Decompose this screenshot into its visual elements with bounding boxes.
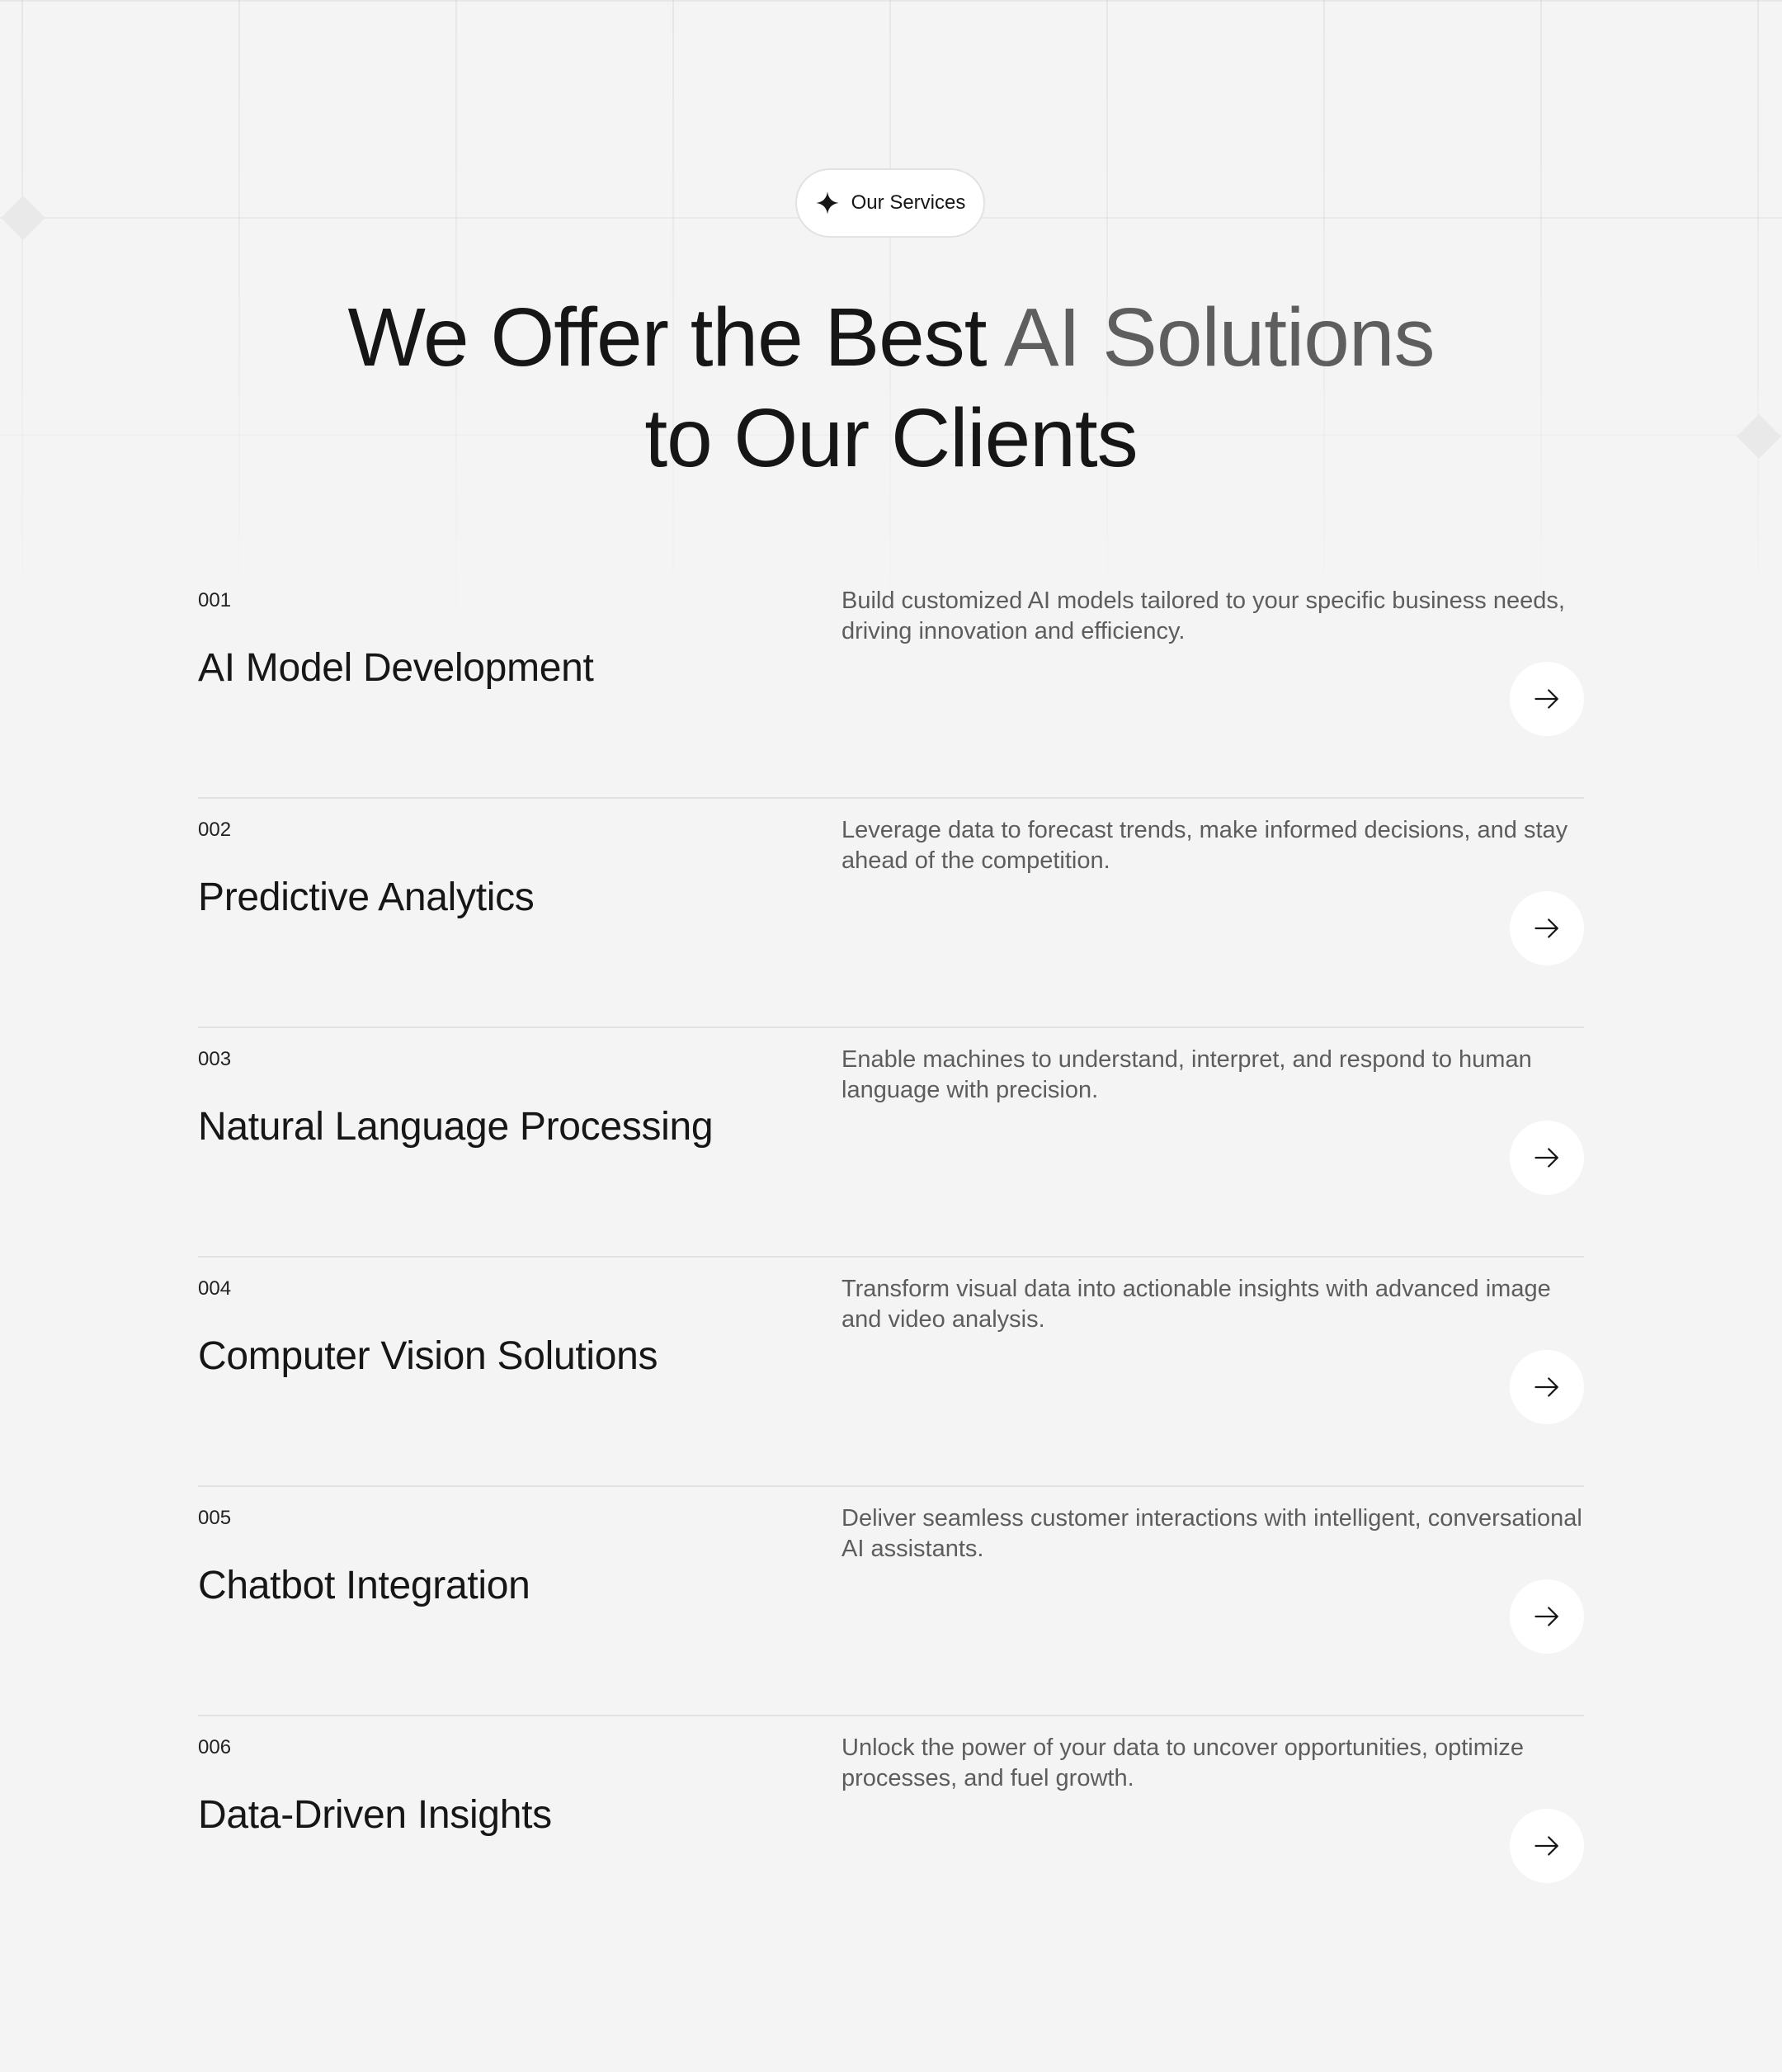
- title-line2: to Our Clients: [644, 392, 1138, 484]
- service-title: Data-Driven Insights: [198, 1793, 552, 1837]
- service-title: Computer Vision Solutions: [198, 1334, 658, 1378]
- service-item: 002 Predictive Analytics Leverage data t…: [198, 799, 1584, 1028]
- service-arrow-button[interactable]: [1510, 1350, 1584, 1424]
- page-title: We Offer the Best AI Solutions to Our Cli…: [0, 287, 1782, 489]
- service-description: Unlock the power of your data to uncover…: [842, 1735, 1524, 1791]
- service-number: 001: [198, 589, 232, 611]
- service-number: 004: [198, 1277, 232, 1300]
- service-arrow-button[interactable]: [1510, 1809, 1584, 1883]
- service-title: Natural Language Processing: [198, 1105, 714, 1149]
- sparkle-icon: [815, 191, 839, 215]
- section-badge: Our Services: [795, 168, 985, 238]
- title-main: We Offer the Best: [347, 291, 1004, 384]
- service-arrow-button[interactable]: [1510, 662, 1584, 736]
- title-accent: AI Solutions: [1003, 291, 1436, 384]
- service-description: Enable machines to understand, interpret…: [842, 1046, 1532, 1103]
- service-title: AI Model Development: [198, 646, 594, 690]
- arrow-right-icon: [1534, 1607, 1558, 1626]
- service-item: 006 Data-Driven Insights Unlock the powe…: [198, 1716, 1584, 1944]
- service-title: Predictive Analytics: [198, 876, 535, 919]
- arrow-right-icon: [1534, 1148, 1558, 1168]
- service-item: 005 Chatbot Integration Deliver seamless…: [198, 1487, 1584, 1716]
- service-item: 003 Natural Language Processing Enable m…: [198, 1028, 1584, 1258]
- service-number: 006: [198, 1736, 232, 1758]
- service-item: 001 AI Model Development Build customize…: [198, 569, 1584, 799]
- services-list: 001 AI Model Development Build customize…: [198, 569, 1584, 1944]
- arrow-right-icon: [1534, 689, 1558, 709]
- service-arrow-button[interactable]: [1510, 1579, 1584, 1654]
- service-number: 005: [198, 1507, 232, 1529]
- service-number: 002: [198, 819, 232, 841]
- service-description: Leverage data to forecast trends, make i…: [842, 817, 1568, 874]
- service-description: Build customized AI models tailored to y…: [842, 588, 1565, 644]
- service-arrow-button[interactable]: [1510, 1121, 1584, 1195]
- service-item: 004 Computer Vision Solutions Transform …: [198, 1258, 1584, 1487]
- service-arrow-button[interactable]: [1510, 891, 1584, 965]
- arrow-right-icon: [1534, 1377, 1558, 1397]
- arrow-right-icon: [1534, 1836, 1558, 1856]
- service-number: 003: [198, 1048, 232, 1070]
- service-description: Deliver seamless customer interactions w…: [842, 1505, 1582, 1562]
- arrow-right-icon: [1534, 918, 1558, 938]
- service-title: Chatbot Integration: [198, 1564, 530, 1607]
- service-description: Transform visual data into actionable in…: [842, 1276, 1551, 1333]
- badge-label: Our Services: [851, 191, 966, 214]
